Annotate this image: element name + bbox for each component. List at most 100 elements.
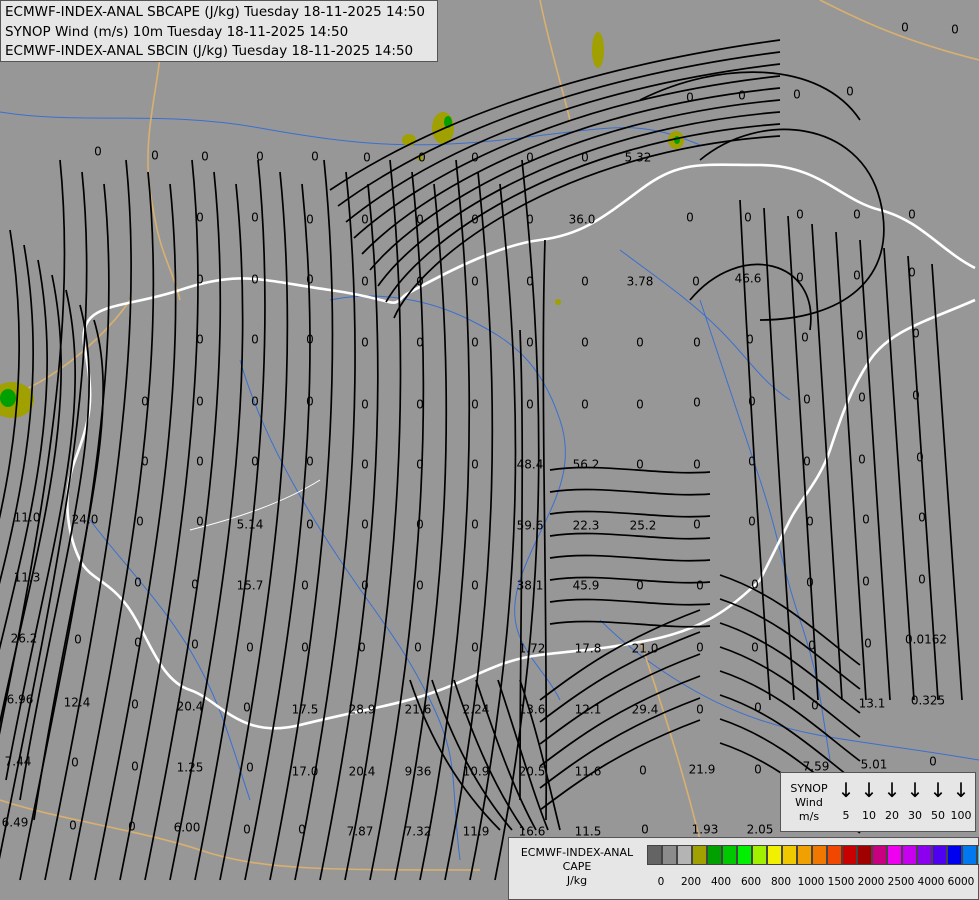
streamline (549, 598, 711, 606)
cape-legend-line-1: ECMWF-INDEX-ANAL (520, 846, 634, 859)
cape-zero-label: 0 (191, 578, 199, 592)
cape-zero-label: 0 (862, 575, 870, 589)
cape-zero-label: 0 (471, 641, 479, 655)
cape-value-label: 56.2 (573, 458, 600, 472)
streamline (0, 229, 20, 520)
title-line-cin: ECMWF-INDEX-ANAL SBCIN (J/kg) Tuesday 18… (5, 43, 414, 59)
cape-zero-label: 0 (751, 641, 759, 655)
streamline (549, 620, 711, 628)
streamline (859, 239, 891, 701)
cape-value-label: 5.14 (237, 518, 264, 532)
cape-zero-label: 0 (864, 637, 872, 651)
cape-zero-label: 0 (526, 213, 534, 227)
cape-zero-label: 0 (306, 213, 314, 227)
cape-value-label: 48.4 (517, 458, 544, 472)
cape-value-label: 28.9 (349, 703, 376, 717)
cape-value-label: 0.325 (911, 694, 945, 708)
cape-zero-label: 0 (416, 275, 424, 289)
cape-scale-tick: 0 (657, 876, 665, 888)
cape-value-label: 9.36 (405, 765, 432, 779)
cape-zero-label: 0 (696, 641, 704, 655)
cape-value-label: 38.1 (517, 579, 544, 593)
cape-zero-label: 0 (908, 208, 916, 222)
cape-zero-label: 0 (136, 515, 144, 529)
wind-legend-item: ↓ 20 (881, 777, 903, 822)
cape-scale-tick: 6000 (947, 876, 975, 888)
cape-zero-label: 0 (471, 213, 479, 227)
cape-zero-label: 0 (901, 21, 909, 35)
cape-value-label: 1.25 (177, 761, 204, 775)
cape-zero-label: 0 (471, 458, 479, 472)
cape-zero-label: 0 (846, 85, 854, 99)
cape-zero-label: 0 (696, 579, 704, 593)
cape-value-label: 29.4 (632, 703, 659, 717)
cape-value-label: 12.1 (575, 703, 602, 717)
cape-value-label: 13.1 (859, 697, 886, 711)
cape-zero-label: 0 (636, 458, 644, 472)
cape-zero-label: 0 (134, 576, 142, 590)
cape-zero-label: 0 (251, 395, 259, 409)
cape-zero-label: 0 (636, 336, 644, 350)
cape-zero-label: 0 (416, 398, 424, 412)
cape-zero-label: 0 (581, 275, 589, 289)
cape-zero-label: 0 (636, 579, 644, 593)
cape-value-label: 15.7 (237, 579, 264, 593)
wind-speed-label: 100 (950, 809, 972, 822)
cape-zero-label: 0 (298, 823, 306, 837)
cape-zero-label: 0 (686, 211, 694, 225)
cape-zero-label: 0 (418, 151, 426, 165)
streamline (19, 304, 90, 801)
cape-zero-label: 0 (639, 764, 647, 778)
wind-legend-item: ↓ 100 (950, 777, 972, 822)
cape-zero-label: 0 (128, 820, 136, 834)
cape-zero-label: 0 (912, 327, 920, 341)
cape-zero-label: 0 (526, 398, 534, 412)
wind-arrow-icon: ↓ (929, 778, 947, 802)
wind-arrow-icon: ↓ (906, 778, 924, 802)
cape-zero-label: 0 (806, 515, 814, 529)
cape-zero-label: 0 (151, 149, 159, 163)
cape-zero-label: 0 (358, 641, 366, 655)
cape-zero-label: 0 (696, 703, 704, 717)
cape-value-label: 6.49 (2, 816, 29, 830)
cape-zero-label: 0 (686, 91, 694, 105)
cape-value-label: 59.6 (517, 519, 544, 533)
cape-zero-label: 0 (471, 398, 479, 412)
wind-speed-label: 30 (908, 809, 922, 822)
cape-scale-tick: 4000 (917, 876, 945, 888)
cape-zero-label: 0 (693, 336, 701, 350)
cape-zero-label: 0 (416, 458, 424, 472)
cape-zero-label: 0 (361, 518, 369, 532)
cape-zero-label: 0 (71, 756, 79, 770)
cape-zero-label: 0 (581, 398, 589, 412)
cape-color-swatch (932, 845, 947, 865)
cape-color-swatch (647, 845, 662, 865)
cape-color-swatch (797, 845, 812, 865)
cape-zero-label: 0 (853, 269, 861, 283)
cape-zero-label: 0 (196, 211, 204, 225)
cape-zero-label: 0 (693, 396, 701, 410)
cape-color-swatch (752, 845, 767, 865)
cape-zero-label: 0 (801, 331, 809, 345)
cape-zero-label: 0 (746, 333, 754, 347)
cape-color-swatch (902, 845, 917, 865)
cape-value-label: 21.0 (632, 642, 659, 656)
cape-zero-label: 0 (361, 336, 369, 350)
cape-zero-label: 0 (306, 455, 314, 469)
cape-scale-tick: 200 (680, 876, 702, 888)
cape-zero-label: 0 (243, 701, 251, 715)
cape-value-label: 26.2 (11, 632, 38, 646)
cape-value-label: 21.9 (689, 763, 716, 777)
cape-zero-label: 0 (754, 763, 762, 777)
streamline (549, 532, 711, 540)
cape-zero-label: 0 (796, 208, 804, 222)
cape-scale-tick: 800 (770, 876, 792, 888)
cape-zero-label: 0 (141, 455, 149, 469)
cape-zero-label: 0 (581, 336, 589, 350)
cape-value-label: 20.5 (519, 765, 546, 779)
wind-arrow-icon: ↓ (837, 778, 855, 802)
cape-zero-label: 0 (853, 208, 861, 222)
cape-zero-label: 0 (748, 515, 756, 529)
map-canvas: 5.32 36.0 3.78 46.6 48.4 56.2 59.6 22.3 25.2 38.1… (0, 0, 979, 881)
cape-zero-label: 0 (471, 275, 479, 289)
